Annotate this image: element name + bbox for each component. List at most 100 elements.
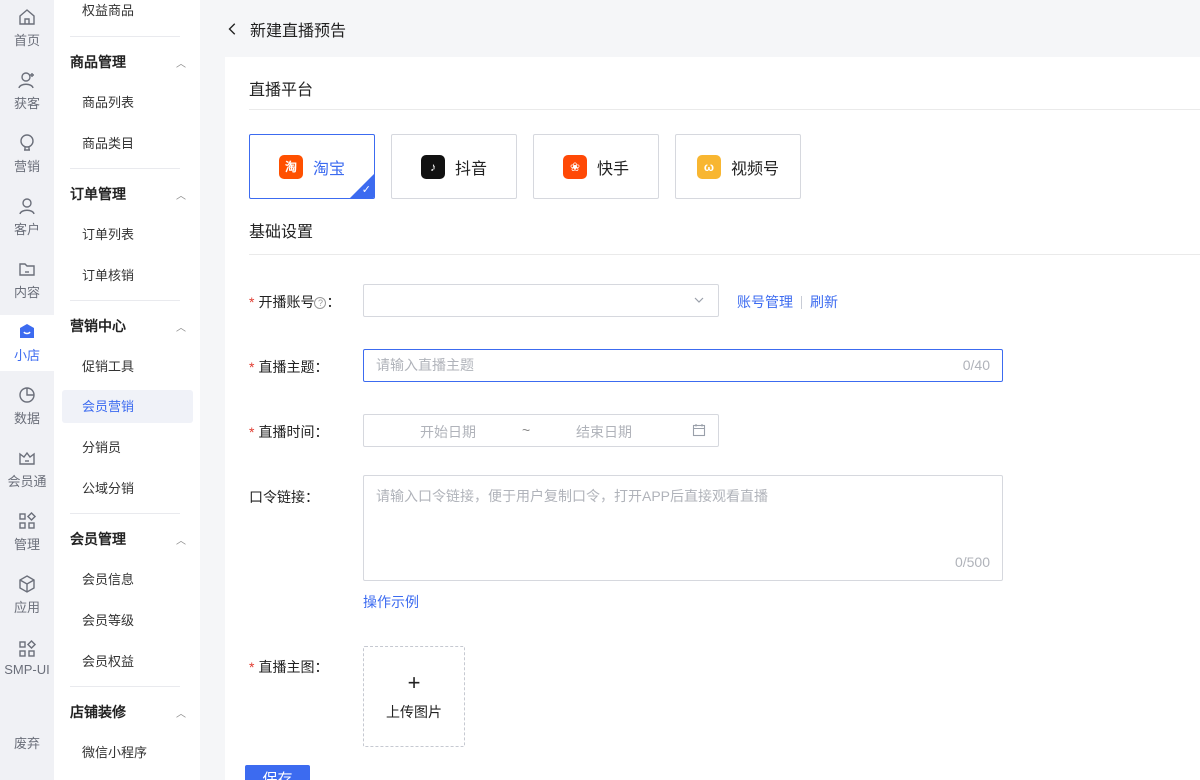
submenu-item[interactable]: 公域分销: [62, 472, 193, 505]
topic-label: * 直播主题：: [249, 357, 328, 377]
submenu-item[interactable]: 订单列表: [62, 218, 193, 251]
refresh-link[interactable]: 刷新: [810, 292, 838, 312]
rail-item-home[interactable]: 首页: [0, 0, 54, 56]
submenu-item[interactable]: 促销工具: [62, 350, 193, 383]
rail-label: 客户: [13, 222, 40, 237]
page-header: 新建直播预告: [200, 0, 1200, 57]
chevron-up-icon: ︿: [176, 322, 186, 334]
submenu-item[interactable]: 分销员: [62, 431, 193, 464]
date-range-picker[interactable]: 开始日期 ~ 结束日期: [363, 414, 719, 447]
menu-divider: [70, 36, 180, 37]
topic-char-count: 0/40: [962, 357, 990, 373]
icon-rail: 首页 获客 营销 客户 内容 小店 数据 会员通 管理 应用 SMP-UI 废弃: [0, 0, 54, 780]
rail-item-smp-ui[interactable]: SMP-UI: [0, 630, 54, 686]
kuaishou-icon: ❀: [562, 154, 587, 179]
rail-item-shop[interactable]: 小店: [0, 315, 54, 371]
page-title: 新建直播预告: [250, 22, 347, 40]
label-text: 直播主图：: [258, 659, 329, 675]
submenu-item[interactable]: 订单核销: [62, 259, 193, 292]
group-title: 订单管理: [70, 186, 126, 202]
rail-label: 内容: [13, 285, 40, 300]
example-link[interactable]: 操作示例: [363, 592, 419, 612]
form-card: 直播平台 淘 淘宝 ✓ ♪ 抖音 ❀ 快手 ω 视频号 基础设置 * 开播账号?：…: [225, 57, 1200, 780]
menu-divider: [70, 686, 180, 687]
submenu-item[interactable]: 会员信息: [62, 563, 193, 596]
command-link-textarea[interactable]: 请输入口令链接，便于用户复制口令，打开APP后直接观看直播 0/500: [363, 475, 1003, 581]
help-icon[interactable]: ?: [314, 297, 327, 309]
platform-option-taobao[interactable]: 淘 淘宝 ✓: [249, 134, 375, 199]
required-mark: *: [249, 424, 255, 440]
label-text: 直播时间：: [258, 424, 329, 440]
group-title: 商品管理: [70, 54, 126, 70]
rail-item-marketing[interactable]: 营销: [0, 126, 54, 182]
rail-label: 数据: [13, 411, 40, 426]
command-link-char-count: 0/500: [954, 554, 990, 570]
submenu-item[interactable]: 商品类目: [62, 127, 193, 160]
rail-item-data[interactable]: 数据: [0, 378, 54, 434]
platform-option-channels[interactable]: ω 视频号: [675, 134, 801, 199]
taobao-icon: 淘: [278, 154, 303, 179]
submenu-group-header[interactable]: 营销中心 ︿: [70, 316, 186, 336]
submenu-group-header[interactable]: 商品管理 ︿: [70, 52, 186, 72]
plus-icon: +: [407, 669, 421, 695]
menu-divider: [70, 168, 180, 169]
platform-option-kuaishou[interactable]: ❀ 快手: [533, 134, 659, 199]
submenu-item[interactable]: 权益商品: [62, 0, 193, 27]
submenu-item[interactable]: 会员等级: [62, 604, 193, 637]
submenu-group-header[interactable]: 店铺装修 ︿: [70, 702, 186, 722]
user-plus-icon: [18, 72, 34, 89]
account-select[interactable]: [363, 284, 719, 317]
rail-item-member[interactable]: 会员通: [0, 441, 54, 497]
label-text: 直播主题：: [258, 359, 329, 375]
channels-icon: ω: [696, 154, 721, 179]
account-manage-link[interactable]: 账号管理: [737, 292, 793, 312]
platform-label: 视频号: [730, 160, 779, 178]
rail-item-manage[interactable]: 管理: [0, 504, 54, 560]
submenu-item[interactable]: 会员权益: [62, 645, 193, 678]
rail-label: 获客: [13, 96, 40, 111]
rail-item-apps[interactable]: 应用: [0, 567, 54, 623]
chevron-left-icon[interactable]: [226, 21, 242, 37]
cube-icon: [19, 575, 35, 593]
link-separator: [801, 295, 802, 309]
section-divider: [249, 254, 1200, 255]
range-separator: ~: [522, 422, 531, 438]
rail-item-content[interactable]: 内容: [0, 252, 54, 308]
submenu-group-header[interactable]: 会员管理 ︿: [70, 529, 186, 549]
group-title: 会员管理: [70, 531, 126, 547]
crown-card-icon: [19, 451, 35, 465]
shop-icon: [20, 324, 34, 338]
calendar-icon: [692, 424, 706, 437]
rail-item-customer[interactable]: 客户: [0, 189, 54, 245]
required-mark: *: [249, 359, 255, 375]
check-icon: ✓: [361, 184, 371, 196]
grid-icon: [19, 511, 37, 529]
image-upload[interactable]: + 上传图片: [363, 646, 465, 747]
label-text: 口令链接：: [249, 489, 319, 505]
topic-input[interactable]: 请输入直播主题 0/40: [363, 349, 1003, 382]
chevron-up-icon: ︿: [176, 58, 186, 70]
save-button[interactable]: 保存: [245, 765, 310, 780]
account-label: * 开播账号?：: [249, 292, 340, 312]
rail-label: 会员通: [7, 474, 47, 489]
douyin-icon: ♪: [420, 154, 445, 179]
platform-label: 淘宝: [312, 160, 345, 178]
menu-divider: [70, 300, 180, 301]
submenu-item-active[interactable]: 会员营销: [62, 390, 193, 423]
submenu-item[interactable]: 商品列表: [62, 86, 193, 119]
chevron-down-icon: [694, 297, 704, 303]
rail-item-deprecated[interactable]: 废弃: [0, 733, 54, 752]
apps-grid-icon: [19, 639, 37, 657]
secondary-menu: 权益商品 商品管理 ︿ 商品列表 商品类目 订单管理 ︿ 订单列表 订单核销 营…: [54, 0, 200, 780]
group-title: 营销中心: [70, 318, 126, 334]
rail-item-acquire[interactable]: 获客: [0, 63, 54, 119]
topic-placeholder: 请输入直播主题: [376, 357, 474, 373]
home-icon: [19, 9, 35, 25]
group-title: 店铺装修: [70, 704, 126, 720]
command-link-placeholder: 请输入口令链接，便于用户复制口令，打开APP后直接观看直播: [376, 488, 769, 504]
submenu-group-header[interactable]: 订单管理 ︿: [70, 184, 186, 204]
submenu-item[interactable]: 微信小程序: [62, 736, 193, 769]
pie-chart-icon: [19, 387, 35, 403]
platform-option-douyin[interactable]: ♪ 抖音: [391, 134, 517, 199]
rail-label: 小店: [13, 348, 40, 363]
